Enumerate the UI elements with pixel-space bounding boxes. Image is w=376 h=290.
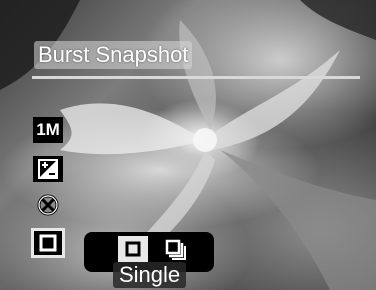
- selected-option-label: Single: [113, 262, 187, 288]
- single-shot-option[interactable]: [118, 236, 148, 262]
- title-divider: [32, 76, 360, 79]
- menu-title: Burst Snapshot: [34, 41, 193, 69]
- flash-off-icon[interactable]: [33, 192, 63, 218]
- resolution-icon[interactable]: 1M: [33, 117, 63, 143]
- camera-viewfinder: Burst Snapshot 1M Single: [0, 0, 376, 290]
- burst-shot-option[interactable]: [160, 236, 190, 262]
- resolution-label: 1M: [36, 120, 60, 139]
- drive-mode-icon[interactable]: [31, 228, 65, 258]
- exposure-compensation-icon[interactable]: [33, 156, 63, 182]
